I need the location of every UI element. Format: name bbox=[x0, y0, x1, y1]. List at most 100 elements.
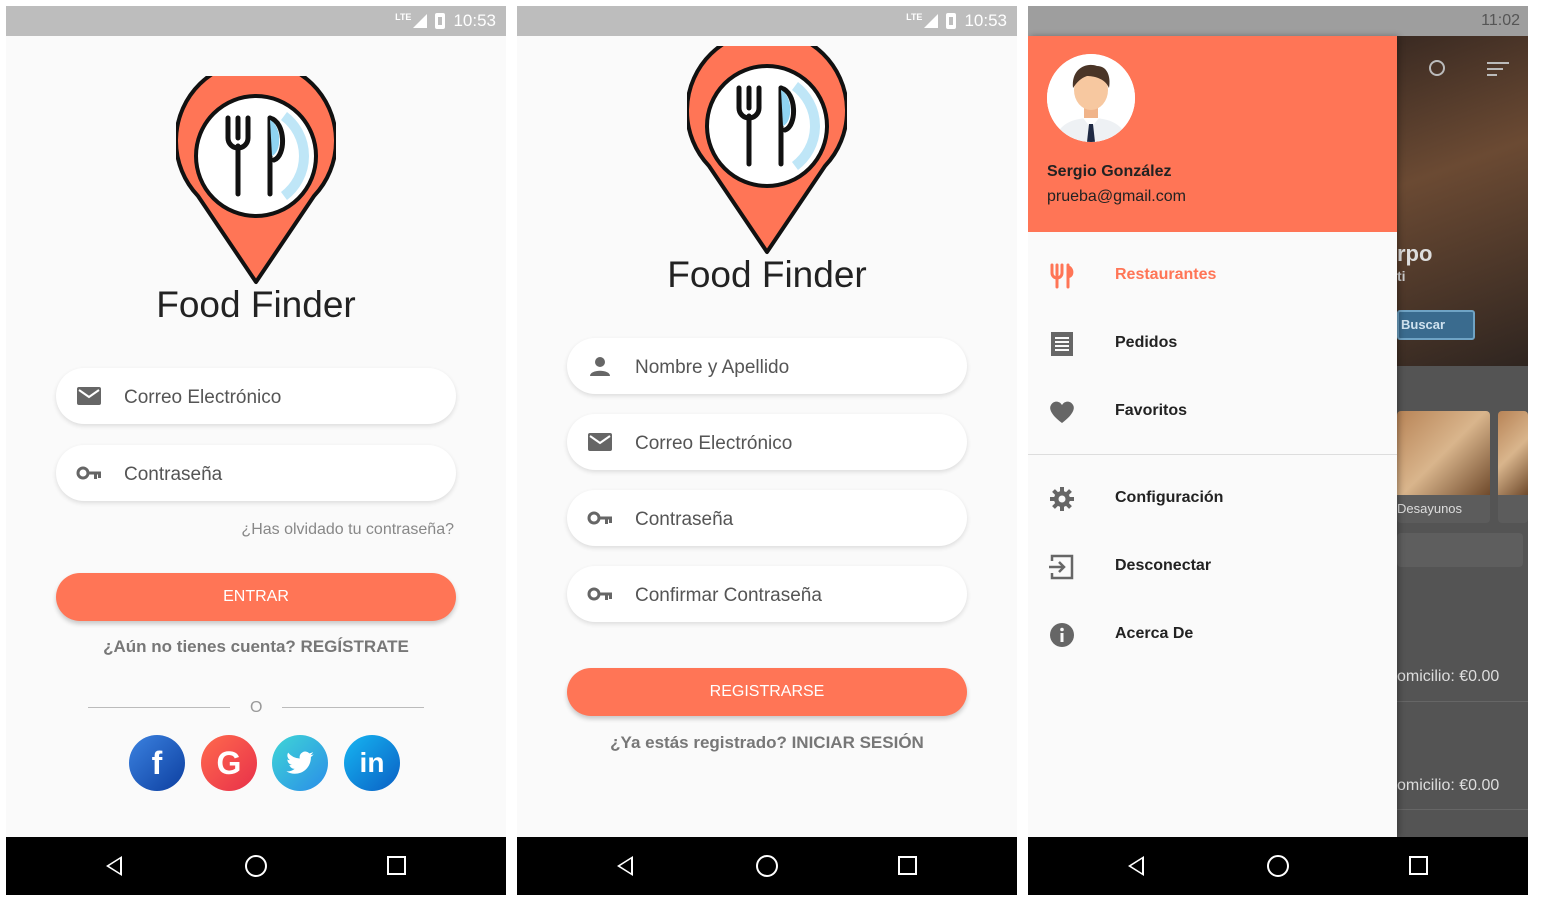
search-icon bbox=[1429, 60, 1445, 76]
search-button: Buscar bbox=[1397, 310, 1475, 340]
login-link[interactable]: ¿Ya estás registrado? INICIAR SESIÓN bbox=[517, 733, 1017, 753]
password-placeholder: Contraseña bbox=[124, 464, 223, 485]
menu-item-acerca-de[interactable]: Acerca De bbox=[1028, 601, 1397, 669]
avatar[interactable] bbox=[1047, 54, 1135, 142]
delivery-cost: omicilio: €0.00 bbox=[1397, 668, 1500, 685]
facebook-button[interactable]: f bbox=[129, 735, 185, 791]
back-icon[interactable] bbox=[106, 856, 122, 876]
home-icon[interactable] bbox=[245, 855, 267, 877]
twitter-button[interactable] bbox=[272, 735, 328, 791]
menu-item-pedidos[interactable]: Pedidos bbox=[1028, 310, 1397, 378]
hero-subheading: ti bbox=[1397, 268, 1406, 284]
hero-heading: rpo bbox=[1397, 241, 1433, 266]
category-image bbox=[1498, 411, 1528, 495]
menu-label: Favoritos bbox=[1115, 402, 1188, 419]
recent-apps-icon[interactable] bbox=[387, 856, 406, 875]
menu-label: Acerca De bbox=[1115, 625, 1194, 642]
login-screen: LTE 10:53 Food Finder Correo Electrónico bbox=[6, 6, 506, 895]
lte-indicator: LTE bbox=[395, 12, 412, 22]
menu-label: Desconectar bbox=[1115, 557, 1212, 574]
info-icon bbox=[1050, 623, 1074, 647]
background-status-time: 11:02 bbox=[1481, 12, 1520, 29]
user-avatar-icon bbox=[1047, 54, 1135, 142]
android-nav-bar bbox=[1028, 837, 1528, 895]
menu-label: Configuración bbox=[1115, 489, 1224, 506]
back-icon[interactable] bbox=[617, 856, 633, 876]
confirm-password-placeholder: Confirmar Contraseña bbox=[635, 585, 822, 606]
menu-item-restaurantes[interactable]: Restaurantes bbox=[1028, 242, 1397, 310]
menu-item-configuracion[interactable]: Configuración bbox=[1028, 465, 1397, 533]
linkedin-button[interactable]: in bbox=[344, 735, 400, 791]
cutlery-icon bbox=[1050, 263, 1074, 289]
drawer-screen: 11:02 rpo ti Buscar Desayunos omicilio: … bbox=[1028, 6, 1528, 895]
recent-apps-icon[interactable] bbox=[898, 856, 917, 875]
user-email: prueba@gmail.com bbox=[1047, 188, 1186, 205]
list-divider bbox=[1397, 809, 1528, 810]
twitter-icon bbox=[286, 751, 314, 774]
hero-image: rpo ti Buscar bbox=[1397, 36, 1528, 366]
list-divider bbox=[1397, 701, 1528, 702]
facebook-icon: f bbox=[151, 745, 163, 781]
email-placeholder: Correo Electrónico bbox=[635, 433, 793, 454]
status-bar: LTE 10:53 bbox=[6, 6, 506, 36]
background-strip bbox=[1397, 533, 1523, 567]
status-time: 10:53 bbox=[453, 11, 496, 30]
password-field[interactable]: Contraseña bbox=[56, 445, 456, 501]
home-icon[interactable] bbox=[1267, 855, 1289, 877]
mail-icon bbox=[77, 387, 101, 405]
divider-right bbox=[282, 707, 424, 708]
gear-icon bbox=[1050, 487, 1074, 511]
status-time: 10:53 bbox=[964, 11, 1007, 30]
register-screen: LTE 10:53 Food Finder Nombre y Apellido bbox=[517, 6, 1017, 895]
category-card: Desayunos bbox=[1397, 411, 1490, 523]
signal-icon bbox=[413, 14, 428, 28]
logout-icon bbox=[1049, 554, 1074, 580]
app-title: Food Finder bbox=[156, 284, 356, 325]
register-button[interactable]: REGISTRARSE bbox=[567, 668, 967, 716]
android-nav-bar bbox=[6, 837, 506, 895]
delivery-cost: omicilio: €0.00 bbox=[1397, 777, 1500, 794]
password-field[interactable]: Contraseña bbox=[567, 490, 967, 546]
category-image bbox=[1397, 411, 1490, 495]
category-label: Desayunos bbox=[1397, 501, 1463, 516]
category-card bbox=[1498, 411, 1528, 523]
google-button[interactable]: G bbox=[201, 735, 257, 791]
email-placeholder: Correo Electrónico bbox=[124, 387, 282, 408]
menu-label: Restaurantes bbox=[1115, 266, 1217, 283]
divider-left bbox=[88, 707, 230, 708]
menu-item-favoritos[interactable]: Favoritos bbox=[1028, 378, 1397, 446]
register-link[interactable]: ¿Aún no tienes cuenta? REGÍSTRATE bbox=[6, 637, 506, 657]
home-icon[interactable] bbox=[756, 855, 778, 877]
status-bar bbox=[1028, 6, 1528, 36]
mail-icon bbox=[588, 433, 612, 451]
android-nav-bar bbox=[517, 837, 1017, 895]
forgot-password-link[interactable]: ¿Has olvidado tu contraseña? bbox=[241, 521, 454, 539]
name-placeholder: Nombre y Apellido bbox=[635, 357, 790, 378]
recent-apps-icon[interactable] bbox=[1409, 856, 1428, 875]
login-button[interactable]: ENTRAR bbox=[56, 573, 456, 621]
menu-label: Pedidos bbox=[1115, 334, 1178, 351]
email-field[interactable]: Correo Electrónico bbox=[56, 368, 456, 424]
food-finder-logo bbox=[176, 76, 336, 284]
password-placeholder: Contraseña bbox=[635, 509, 734, 530]
email-field[interactable]: Correo Electrónico bbox=[567, 414, 967, 470]
google-icon: G bbox=[216, 745, 242, 781]
heart-icon bbox=[1050, 401, 1074, 423]
name-field[interactable]: Nombre y Apellido bbox=[567, 338, 967, 394]
navigation-drawer: Sergio González prueba@gmail.com Restaur… bbox=[1028, 36, 1397, 837]
key-icon bbox=[587, 587, 612, 601]
back-icon[interactable] bbox=[1128, 856, 1144, 876]
background-app-content: 11:02 rpo ti Buscar Desayunos omicilio: … bbox=[1397, 12, 1528, 837]
receipt-icon bbox=[1051, 332, 1073, 356]
user-name: Sergio González bbox=[1047, 163, 1172, 180]
linkedin-icon: in bbox=[359, 747, 385, 778]
app-title: Food Finder bbox=[667, 254, 867, 295]
signal-icon bbox=[924, 14, 939, 28]
or-label: O bbox=[250, 699, 263, 716]
menu-divider bbox=[1028, 454, 1397, 455]
menu-item-desconectar[interactable]: Desconectar bbox=[1028, 533, 1397, 601]
lte-indicator: LTE bbox=[906, 12, 923, 22]
person-icon bbox=[590, 357, 610, 376]
filter-icon bbox=[1487, 62, 1509, 80]
confirm-password-field[interactable]: Confirmar Contraseña bbox=[567, 566, 967, 622]
